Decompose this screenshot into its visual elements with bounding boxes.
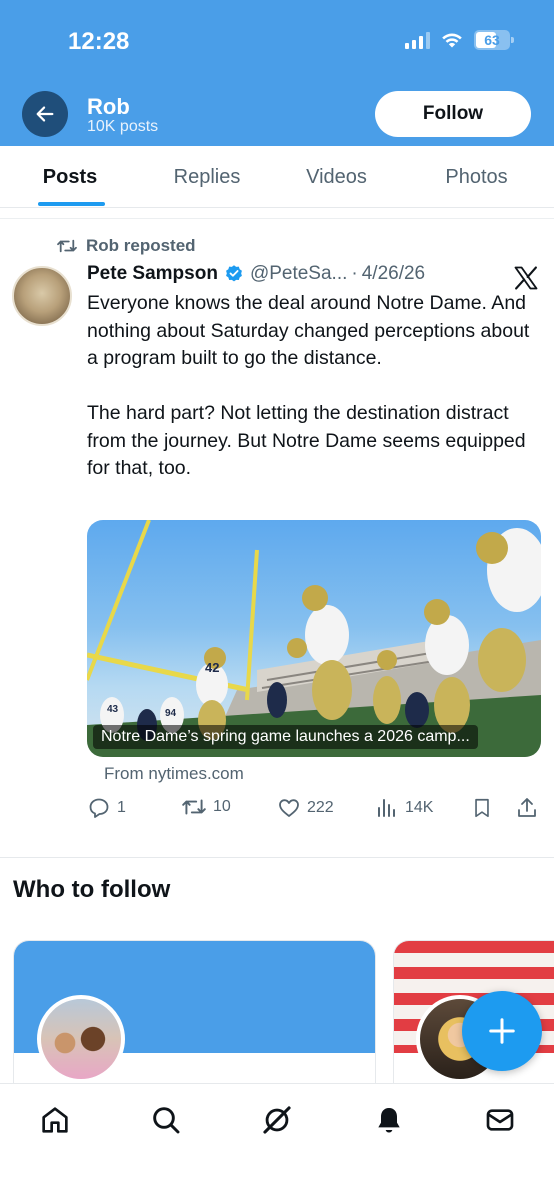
bookmark-button[interactable]: [471, 796, 493, 820]
divider: [0, 218, 554, 219]
repost-indicator[interactable]: Rob reposted: [56, 236, 196, 256]
back-button[interactable]: [22, 91, 68, 137]
like-count: 222: [307, 799, 334, 816]
view-count: 14K: [405, 799, 434, 816]
repost-icon: [57, 239, 77, 253]
search-icon: [153, 1107, 180, 1134]
active-tab-indicator: [38, 202, 105, 206]
status-icons: 63: [405, 30, 514, 50]
views-button[interactable]: 14K: [375, 796, 433, 820]
cellular-signal-icon: [405, 31, 430, 49]
link-preview-card[interactable]: 42 94 43 Notre Dame’s spring game launch…: [87, 520, 541, 757]
share-icon: [518, 798, 536, 817]
views-icon: [378, 799, 395, 817]
tab-replies[interactable]: Replies: [140, 146, 274, 208]
tab-posts[interactable]: Posts: [0, 146, 140, 208]
link-source[interactable]: From nytimes.com: [104, 764, 244, 784]
battery-tip: [511, 37, 514, 43]
wifi-icon: [442, 33, 462, 48]
bottom-navigation: [0, 1083, 554, 1200]
svg-text:42: 42: [205, 660, 219, 675]
back-arrow-icon: [36, 106, 54, 122]
notifications-icon: [378, 1108, 400, 1133]
svg-text:94: 94: [165, 708, 177, 719]
nav-search[interactable]: [148, 1102, 184, 1138]
like-button[interactable]: 222: [277, 796, 334, 820]
repost-count: 10: [213, 798, 231, 815]
grok-icon: [263, 1106, 291, 1134]
battery-icon: 63: [474, 30, 514, 50]
link-preview-title: Notre Dame’s spring game launches a 2026…: [93, 725, 478, 749]
profile-post-count: 10K posts: [87, 118, 159, 135]
svg-text:43: 43: [107, 704, 119, 715]
nav-notifications[interactable]: [371, 1102, 407, 1138]
home-icon: [42, 1107, 68, 1133]
verified-badge-icon: [224, 264, 244, 284]
repost-icon: [182, 799, 206, 815]
post-header: Pete Sampson @PeteSa... · 4/26/26: [87, 263, 425, 285]
messages-icon: [486, 1109, 514, 1131]
post-text: Everyone knows the deal around Notre Dam…: [87, 292, 530, 479]
tab-photos[interactable]: Photos: [399, 146, 554, 208]
nav-home[interactable]: [37, 1102, 73, 1138]
section-divider: [0, 857, 554, 858]
battery-level: 63: [484, 32, 500, 48]
author-name[interactable]: Pete Sampson: [87, 263, 218, 285]
compose-button[interactable]: [462, 991, 542, 1071]
reply-button[interactable]: 1: [87, 796, 126, 820]
reply-count: 1: [117, 799, 126, 816]
profile-header: 12:28 63 Rob 10K posts Follow: [0, 0, 554, 146]
tab-videos[interactable]: Videos: [274, 146, 399, 208]
suggested-account-card[interactable]: [13, 940, 376, 1100]
post-date[interactable]: 4/26/26: [362, 263, 425, 285]
repost-button[interactable]: 10: [181, 796, 231, 818]
repost-label: Rob reposted: [86, 236, 196, 255]
author-avatar[interactable]: [12, 266, 72, 326]
nav-grok[interactable]: [259, 1102, 295, 1138]
like-icon: [279, 799, 299, 817]
separator-dot: ·: [351, 263, 358, 284]
who-to-follow-title: Who to follow: [13, 876, 171, 903]
compose-plus-icon: [489, 1018, 515, 1044]
follow-button[interactable]: Follow: [375, 91, 531, 137]
profile-name: Rob: [87, 94, 130, 119]
football-photo: 42 94 43: [87, 520, 541, 757]
post-actions: 1 10 222 14K: [87, 796, 541, 824]
x-logo-icon: [514, 266, 538, 290]
suggested-account-avatar[interactable]: [37, 995, 125, 1083]
status-time: 12:28: [68, 28, 130, 55]
nav-messages[interactable]: [482, 1102, 518, 1138]
share-button[interactable]: [515, 796, 539, 820]
bookmark-icon: [475, 798, 489, 818]
reply-icon: [89, 798, 109, 818]
profile-tabs: Posts Replies Videos Photos: [0, 146, 554, 208]
author-handle[interactable]: @PeteSa...: [250, 263, 347, 285]
